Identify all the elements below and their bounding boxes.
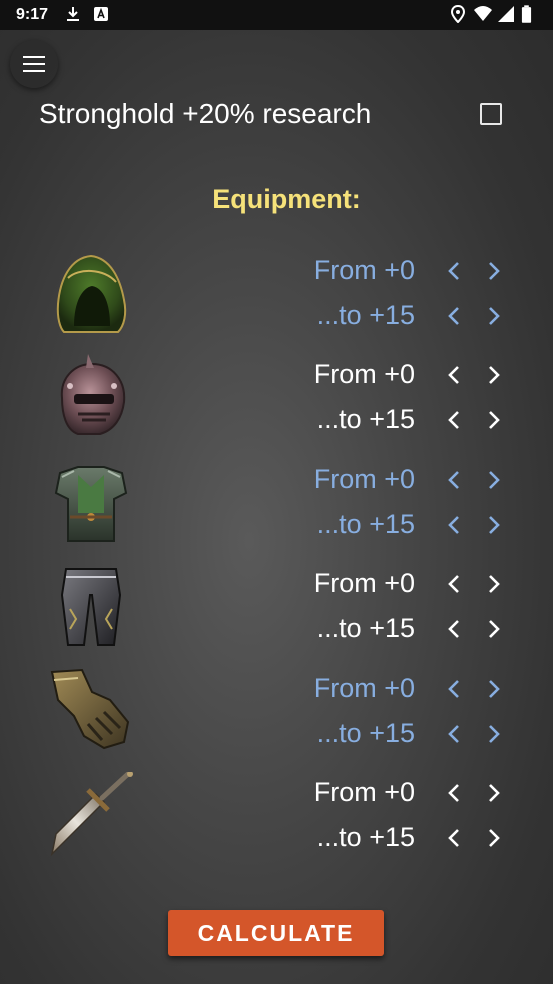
hood-icon xyxy=(48,252,134,338)
chevron-left-icon xyxy=(448,575,459,593)
to-decrease-button[interactable] xyxy=(443,510,465,540)
equipment-row-gauntlets: From +0 ...to +15 xyxy=(0,668,553,772)
chevron-left-icon xyxy=(448,784,459,802)
from-increase-button[interactable] xyxy=(483,360,505,390)
chevron-right-icon xyxy=(489,829,500,847)
gauntlets-icon xyxy=(48,666,134,752)
chevron-right-icon xyxy=(489,725,500,743)
to-decrease-button[interactable] xyxy=(443,614,465,644)
chevron-right-icon xyxy=(489,262,500,280)
equipment-title: Equipment: xyxy=(212,184,361,214)
from-increase-button[interactable] xyxy=(483,465,505,495)
from-decrease-button[interactable] xyxy=(443,360,465,390)
stronghold-option[interactable]: Stronghold +20% research xyxy=(39,96,509,132)
stronghold-checkbox[interactable] xyxy=(480,103,502,125)
from-level-label: From +0 xyxy=(313,464,415,494)
chevron-right-icon xyxy=(489,516,500,534)
chevron-left-icon xyxy=(448,366,459,384)
to-increase-button[interactable] xyxy=(483,823,505,853)
chevron-right-icon xyxy=(489,784,500,802)
a-badge-icon xyxy=(92,5,110,23)
hamburger-icon xyxy=(23,54,45,75)
to-level-label: ...to +15 xyxy=(316,300,415,330)
equipment-row-armor: From +0 ...to +15 xyxy=(0,463,553,563)
chevron-right-icon xyxy=(489,366,500,384)
to-increase-button[interactable] xyxy=(483,614,505,644)
armor-icon xyxy=(48,459,134,545)
signal-icon xyxy=(497,5,515,23)
chevron-left-icon xyxy=(448,307,459,325)
from-decrease-button[interactable] xyxy=(443,569,465,599)
menu-button[interactable] xyxy=(10,40,58,88)
equipment-row-hood: From +0 ...to +15 xyxy=(0,254,553,354)
equipment-row-helmet: From +0 ...to +15 xyxy=(0,354,553,458)
greaves-icon xyxy=(48,565,134,651)
wifi-icon xyxy=(473,5,492,23)
from-level-label: From +0 xyxy=(313,777,415,807)
from-increase-button[interactable] xyxy=(483,256,505,286)
to-level-label: ...to +15 xyxy=(316,613,415,643)
from-decrease-button[interactable] xyxy=(443,256,465,286)
chevron-right-icon xyxy=(489,680,500,698)
to-decrease-button[interactable] xyxy=(443,301,465,331)
to-increase-button[interactable] xyxy=(483,719,505,749)
to-decrease-button[interactable] xyxy=(443,823,465,853)
from-decrease-button[interactable] xyxy=(443,674,465,704)
battery-icon xyxy=(521,5,539,23)
chevron-left-icon xyxy=(448,620,459,638)
equipment-row-greaves: From +0 ...to +15 xyxy=(0,567,553,667)
chevron-left-icon xyxy=(448,262,459,280)
from-level-label: From +0 xyxy=(313,359,415,389)
calculate-button[interactable]: CALCULATE xyxy=(168,910,384,956)
to-increase-button[interactable] xyxy=(483,510,505,540)
from-decrease-button[interactable] xyxy=(443,778,465,808)
to-increase-button[interactable] xyxy=(483,405,505,435)
helmet-icon xyxy=(48,352,134,438)
from-level-label: From +0 xyxy=(313,673,415,703)
to-decrease-button[interactable] xyxy=(443,719,465,749)
chevron-left-icon xyxy=(448,725,459,743)
chevron-right-icon xyxy=(489,307,500,325)
equipment-row-sword: From +0 ...to +15 xyxy=(0,771,553,876)
chevron-right-icon xyxy=(489,620,500,638)
download-icon xyxy=(64,5,82,23)
status-bar: 9:17 xyxy=(0,0,553,30)
chevron-left-icon xyxy=(448,471,459,489)
from-level-label: From +0 xyxy=(313,255,415,285)
chevron-left-icon xyxy=(448,680,459,698)
from-increase-button[interactable] xyxy=(483,674,505,704)
status-time: 9:17 xyxy=(16,6,49,23)
to-level-label: ...to +15 xyxy=(316,718,415,748)
chevron-left-icon xyxy=(448,411,459,429)
chevron-left-icon xyxy=(448,829,459,847)
from-increase-button[interactable] xyxy=(483,569,505,599)
to-level-label: ...to +15 xyxy=(316,404,415,434)
chevron-left-icon xyxy=(448,516,459,534)
from-level-label: From +0 xyxy=(313,568,415,598)
to-level-label: ...to +15 xyxy=(316,509,415,539)
to-level-label: ...to +15 xyxy=(316,822,415,852)
chevron-right-icon xyxy=(489,471,500,489)
chevron-right-icon xyxy=(489,575,500,593)
from-decrease-button[interactable] xyxy=(443,465,465,495)
from-increase-button[interactable] xyxy=(483,778,505,808)
to-increase-button[interactable] xyxy=(483,301,505,331)
stronghold-label: Stronghold +20% research xyxy=(39,98,372,129)
to-decrease-button[interactable] xyxy=(443,405,465,435)
chevron-right-icon xyxy=(489,411,500,429)
sword-icon xyxy=(48,771,134,858)
location-icon xyxy=(449,4,467,24)
